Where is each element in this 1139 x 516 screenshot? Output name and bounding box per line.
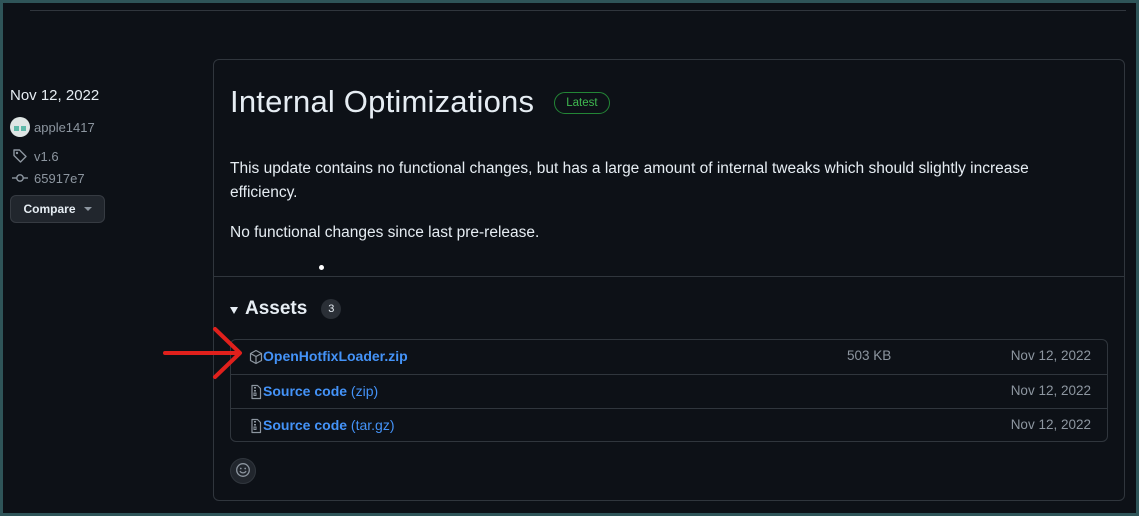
asset-name: Source code [263, 417, 348, 433]
file-zip-icon [248, 384, 264, 400]
commit-sha[interactable]: 65917e7 [34, 171, 85, 186]
assets-count-badge: 3 [321, 299, 342, 319]
author-name[interactable]: apple1417 [34, 120, 95, 135]
assets-list: OpenHotfixLoader.zip 503 KB Nov 12, 2022… [230, 339, 1108, 442]
asset-date: Nov 12, 2022 [1010, 348, 1091, 363]
latest-badge: Latest [554, 92, 610, 114]
top-divider [30, 10, 1126, 11]
compare-label: Compare [23, 202, 76, 216]
triangle-down-icon [230, 306, 238, 314]
chevron-down-icon [83, 207, 92, 211]
asset-name: OpenHotfixLoader.zip [263, 348, 408, 364]
asset-link[interactable]: OpenHotfixLoader.zip [263, 348, 408, 364]
annotation-arrow-icon [163, 327, 242, 379]
release-notes: This update contains no functional chang… [230, 157, 1100, 245]
release-notes-paragraph: This update contains no functional chang… [230, 160, 1029, 201]
release-date: Nov 12, 2022 [10, 87, 100, 104]
author-link[interactable]: apple1417 [10, 117, 200, 137]
asset-format: (zip) [347, 383, 379, 399]
asset-row: OpenHotfixLoader.zip 503 KB Nov 12, 2022 [231, 340, 1107, 374]
asset-name: Source code [263, 383, 348, 399]
release-sidebar: Nov 12, 2022 apple1417 v1.6 65917e7 Comp… [10, 86, 200, 223]
release-card: Internal Optimizations Latest This updat… [213, 59, 1125, 501]
commit-link[interactable]: 65917e7 [10, 169, 200, 187]
section-divider [214, 276, 1124, 277]
asset-format: (tar.gz) [347, 417, 395, 433]
assets-title: Assets [245, 298, 308, 319]
smiley-icon [235, 462, 251, 481]
add-reaction-button[interactable] [230, 458, 256, 484]
asset-date: Nov 12, 2022 [1010, 383, 1091, 398]
release-notes-paragraph: No functional changes since last pre-rel… [230, 224, 540, 241]
tag-name[interactable]: v1.6 [34, 149, 59, 164]
mouse-cursor-dot [319, 265, 324, 270]
release-title[interactable]: Internal Optimizations [230, 84, 534, 120]
asset-link[interactable]: Source code (zip) [263, 383, 378, 399]
file-zip-icon [248, 418, 264, 434]
commit-icon [10, 170, 30, 186]
assets-toggle[interactable]: Assets 3 [230, 298, 342, 320]
asset-size: 503 KB [847, 348, 892, 363]
compare-button[interactable]: Compare [10, 195, 105, 223]
avatar [10, 117, 30, 137]
package-icon [248, 349, 264, 365]
asset-date: Nov 12, 2022 [1010, 417, 1091, 432]
tag-link[interactable]: v1.6 [10, 147, 200, 165]
asset-row: Source code (tar.gz) Nov 12, 2022 [231, 408, 1107, 441]
asset-row: Source code (zip) Nov 12, 2022 [231, 374, 1107, 408]
asset-link[interactable]: Source code (tar.gz) [263, 417, 395, 433]
release-header: Internal Optimizations Latest [230, 84, 610, 120]
tag-icon [10, 148, 30, 164]
